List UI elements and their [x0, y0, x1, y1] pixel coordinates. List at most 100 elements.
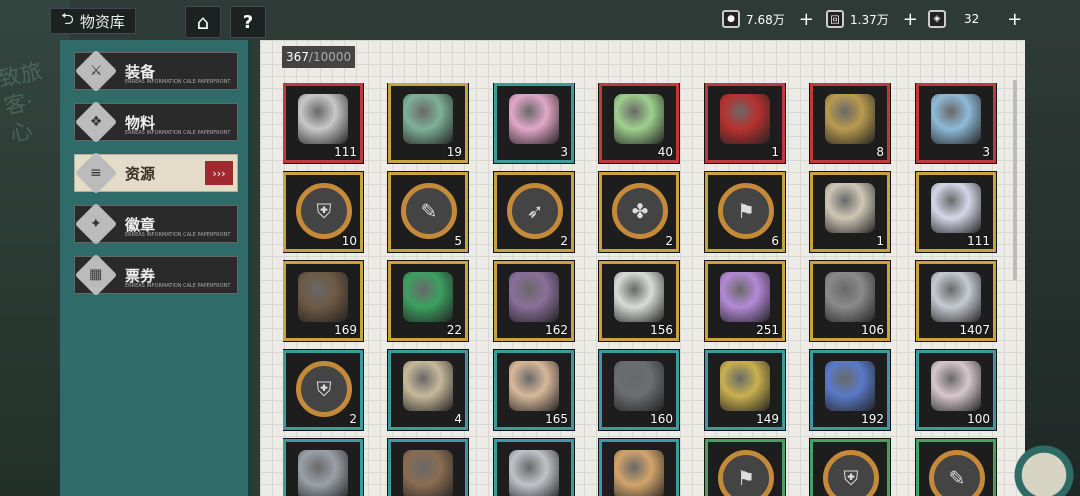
item-icon — [403, 361, 453, 411]
inventory-slot[interactable] — [599, 439, 679, 496]
inventory-slot[interactable]: 3 — [494, 83, 574, 163]
add-ticket-button[interactable]: + — [903, 9, 918, 30]
inventory-slot[interactable] — [494, 439, 574, 496]
item-quantity: 251 — [756, 323, 779, 337]
inventory-slot[interactable]: ⛨ — [810, 439, 890, 496]
sidebar-item-subtitle: ERREAS INFORMATION CALE PAPERFRONT — [125, 130, 231, 136]
inventory-slot[interactable]: 251 — [705, 261, 785, 341]
inventory-slot[interactable]: ✎ 5 — [388, 172, 468, 252]
corner-emblem — [990, 426, 1080, 496]
item-capacity: /10000 — [308, 50, 352, 64]
item-quantity: 111 — [334, 145, 357, 159]
add-gem-button[interactable]: + — [1007, 9, 1022, 30]
item-icon — [509, 272, 559, 322]
inventory-slot[interactable]: 100 — [916, 350, 996, 430]
gem-icon: ◈ — [928, 10, 946, 28]
page-title: 物资库 — [79, 12, 125, 31]
inventory-slot[interactable]: 3 — [916, 83, 996, 163]
medal-icon: ✤ — [612, 183, 668, 239]
inventory-slot[interactable]: 1407 — [916, 261, 996, 341]
sidebar-item-4[interactable]: ▦ 票券 ERREAS INFORMATION CALE PAPERFRONT — [74, 253, 238, 297]
ticket-icon: ▦ — [74, 253, 118, 297]
item-icon — [931, 94, 981, 144]
sidebar-item-0[interactable]: ⚔ 装备 ERREAS INFORMATION CALE PAPERFRONT — [74, 49, 238, 93]
item-icon — [509, 94, 559, 144]
inventory-slot[interactable]: ⛨ 10 — [283, 172, 363, 252]
inventory-slot[interactable]: 19 — [388, 83, 468, 163]
inventory-slot[interactable]: 160 — [599, 350, 679, 430]
item-icon — [825, 361, 875, 411]
sidebar-item-3[interactable]: ✦ 徽章 ERREAS INFORMATION CALE PAPERFRONT — [74, 202, 238, 246]
inventory-slot[interactable]: 106 — [810, 261, 890, 341]
medal-icon: ⚑ — [718, 183, 774, 239]
equipment-icon: ⚔ — [74, 49, 118, 93]
inventory-slot[interactable]: 8 — [810, 83, 890, 163]
inventory-slot[interactable]: 149 — [705, 350, 785, 430]
inventory-slot[interactable]: 192 — [810, 350, 890, 430]
materials-icon: ❖ — [74, 100, 118, 144]
inventory-slot[interactable]: 1 — [705, 83, 785, 163]
currency-value: 1.37万 — [850, 12, 889, 27]
sidebar-item-subtitle: ERREAS INFORMATION CALE PAPERFRONT — [125, 232, 231, 238]
medal-icon: ⛨ — [823, 450, 879, 496]
item-icon — [298, 450, 348, 496]
item-quantity: 8 — [876, 145, 884, 159]
inventory-slot[interactable]: 111 — [916, 172, 996, 252]
help-button[interactable]: ? — [230, 6, 266, 38]
inventory-slot[interactable]: ✎ — [916, 439, 996, 496]
item-quantity: 6 — [771, 234, 779, 248]
item-icon — [720, 272, 770, 322]
item-quantity: 22 — [446, 323, 462, 337]
item-quantity: 2 — [560, 234, 568, 248]
item-quantity: 162 — [545, 323, 568, 337]
sidebar-item-1[interactable]: ❖ 物料 ERREAS INFORMATION CALE PAPERFRONT — [74, 100, 238, 144]
inventory-grid: 111 19 3 40 1 8 3 ⛨ 10 ✎ 5 ➶ 2 ✤ 2 ⚑ 6 1 111 169 22 162 156 251… — [283, 83, 1003, 496]
item-quantity: 4 — [454, 412, 462, 426]
inventory-slot[interactable]: 22 — [388, 261, 468, 341]
item-icon — [825, 183, 875, 233]
add-coin-button[interactable]: + — [799, 9, 814, 30]
item-icon — [931, 361, 981, 411]
inventory-slot[interactable]: 169 — [283, 261, 363, 341]
back-button[interactable]: ⮌ 物资库 — [50, 8, 136, 34]
ticket-icon: 回 — [826, 10, 844, 28]
inventory-slot[interactable]: 1 — [810, 172, 890, 252]
inventory-slot[interactable]: 165 — [494, 350, 574, 430]
inventory-slot[interactable]: ➶ 2 — [494, 172, 574, 252]
item-quantity: 192 — [861, 412, 884, 426]
sidebar-item-label: 资源 — [125, 164, 156, 183]
inventory-slot[interactable]: ⚑ 6 — [705, 172, 785, 252]
home-icon: ⌂ — [196, 10, 210, 34]
inventory-scrollbar[interactable] — [1013, 80, 1017, 280]
sidebar-item-2[interactable]: ≡ 资源 ››› — [74, 151, 238, 195]
inventory-slot[interactable] — [388, 439, 468, 496]
item-quantity: 10 — [341, 234, 357, 248]
medal-icon: ✎ — [401, 183, 457, 239]
inventory-slot[interactable]: 156 — [599, 261, 679, 341]
currency-coin: ● 7.68万 + — [722, 8, 814, 30]
inventory-slot[interactable]: 40 — [599, 83, 679, 163]
item-icon — [825, 272, 875, 322]
inventory-slot[interactable] — [283, 439, 363, 496]
inventory-slot[interactable]: 111 — [283, 83, 363, 163]
inventory-slot[interactable]: 4 — [388, 350, 468, 430]
item-quantity: 106 — [861, 323, 884, 337]
inventory-slot[interactable]: ⛨ 2 — [283, 350, 363, 430]
item-quantity: 165 — [545, 412, 568, 426]
inventory-slot[interactable]: 162 — [494, 261, 574, 341]
item-quantity: 1 — [771, 145, 779, 159]
item-icon — [614, 272, 664, 322]
item-quantity: 40 — [657, 145, 673, 159]
home-button[interactable]: ⌂ — [185, 6, 221, 38]
inventory-slot[interactable]: ⚑ — [705, 439, 785, 496]
item-quantity: 160 — [650, 412, 673, 426]
back-arrow-icon: ⮌ — [61, 8, 74, 28]
item-icon — [614, 361, 664, 411]
item-icon — [931, 272, 981, 322]
item-quantity: 1407 — [959, 323, 990, 337]
item-quantity: 2 — [349, 412, 357, 426]
item-quantity: 156 — [650, 323, 673, 337]
inventory-slot[interactable]: ✤ 2 — [599, 172, 679, 252]
help-icon: ? — [242, 11, 254, 33]
item-count: 367 — [286, 50, 309, 64]
